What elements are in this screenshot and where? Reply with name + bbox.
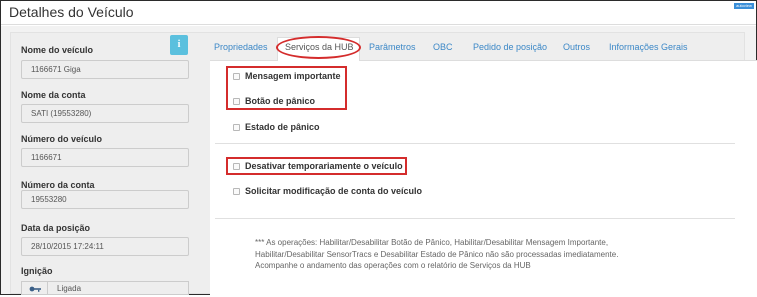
vehicle-number-label: Número do veículo xyxy=(21,134,103,144)
note-line: Habilitar/Desabilitar SensorTracs e Desa… xyxy=(255,249,619,259)
page-title: Detalhes do Veículo xyxy=(9,4,134,20)
operations-note: *** As operações: Habilitar/Desabilitar … xyxy=(255,237,715,272)
disable-vehicle-checkbox[interactable] xyxy=(233,163,240,170)
vehicle-name-field[interactable]: 1166671 Giga xyxy=(21,60,189,79)
info-button[interactable]: i xyxy=(170,35,188,55)
section-divider-2 xyxy=(215,218,735,219)
panic-state-checkbox[interactable] xyxy=(233,124,240,131)
tab-obc[interactable]: OBC xyxy=(433,42,453,52)
important-message-checkbox[interactable] xyxy=(233,73,240,80)
account-name-label: Nome da conta xyxy=(21,90,86,100)
vehicle-name-label: Nome do veículo xyxy=(21,45,94,55)
panic-state-label: Estado de pânico xyxy=(245,122,320,132)
tab-informacoes-gerais[interactable]: Informações Gerais xyxy=(609,42,688,52)
position-date-field[interactable]: 28/10/2015 17:24:11 xyxy=(21,237,189,256)
tab-outros[interactable]: Outros xyxy=(563,42,590,52)
vehicle-number-field[interactable]: 1166671 xyxy=(21,148,189,167)
tab-pedido-posicao[interactable]: Pedido de posição xyxy=(473,42,547,52)
position-date-label: Data da posição xyxy=(21,223,91,233)
panic-button-label: Botão de pânico xyxy=(245,96,316,106)
account-change-label: Solicitar modificação de conta do veícul… xyxy=(245,186,423,196)
note-line: Acompanhe o andamento das operações com … xyxy=(255,261,531,270)
active-tab-highlight xyxy=(276,36,361,59)
window-header: Detalhes do Veículo autoview xyxy=(1,1,756,25)
important-message-label: Mensagem importante xyxy=(245,71,341,81)
tab-propriedades[interactable]: Propriedades xyxy=(214,42,268,52)
panic-button-checkbox[interactable] xyxy=(233,98,240,105)
corner-badge[interactable]: autoview xyxy=(734,3,754,9)
account-number-field[interactable]: 19553280 xyxy=(21,190,189,209)
note-line: *** As operações: Habilitar/Desabilitar … xyxy=(255,238,609,247)
tab-parametros[interactable]: Parâmetros xyxy=(369,42,416,52)
account-name-field[interactable]: SATI (19553280) xyxy=(21,104,189,123)
section-divider xyxy=(215,143,735,144)
account-change-checkbox[interactable] xyxy=(233,188,240,195)
disable-vehicle-label: Desativar temporariamente o veículo xyxy=(245,161,403,171)
account-number-label: Número da conta xyxy=(21,180,95,190)
key-icon xyxy=(21,281,47,295)
ignition-label: Ignição xyxy=(21,266,53,276)
ignition-field[interactable]: Ligada xyxy=(47,281,189,295)
